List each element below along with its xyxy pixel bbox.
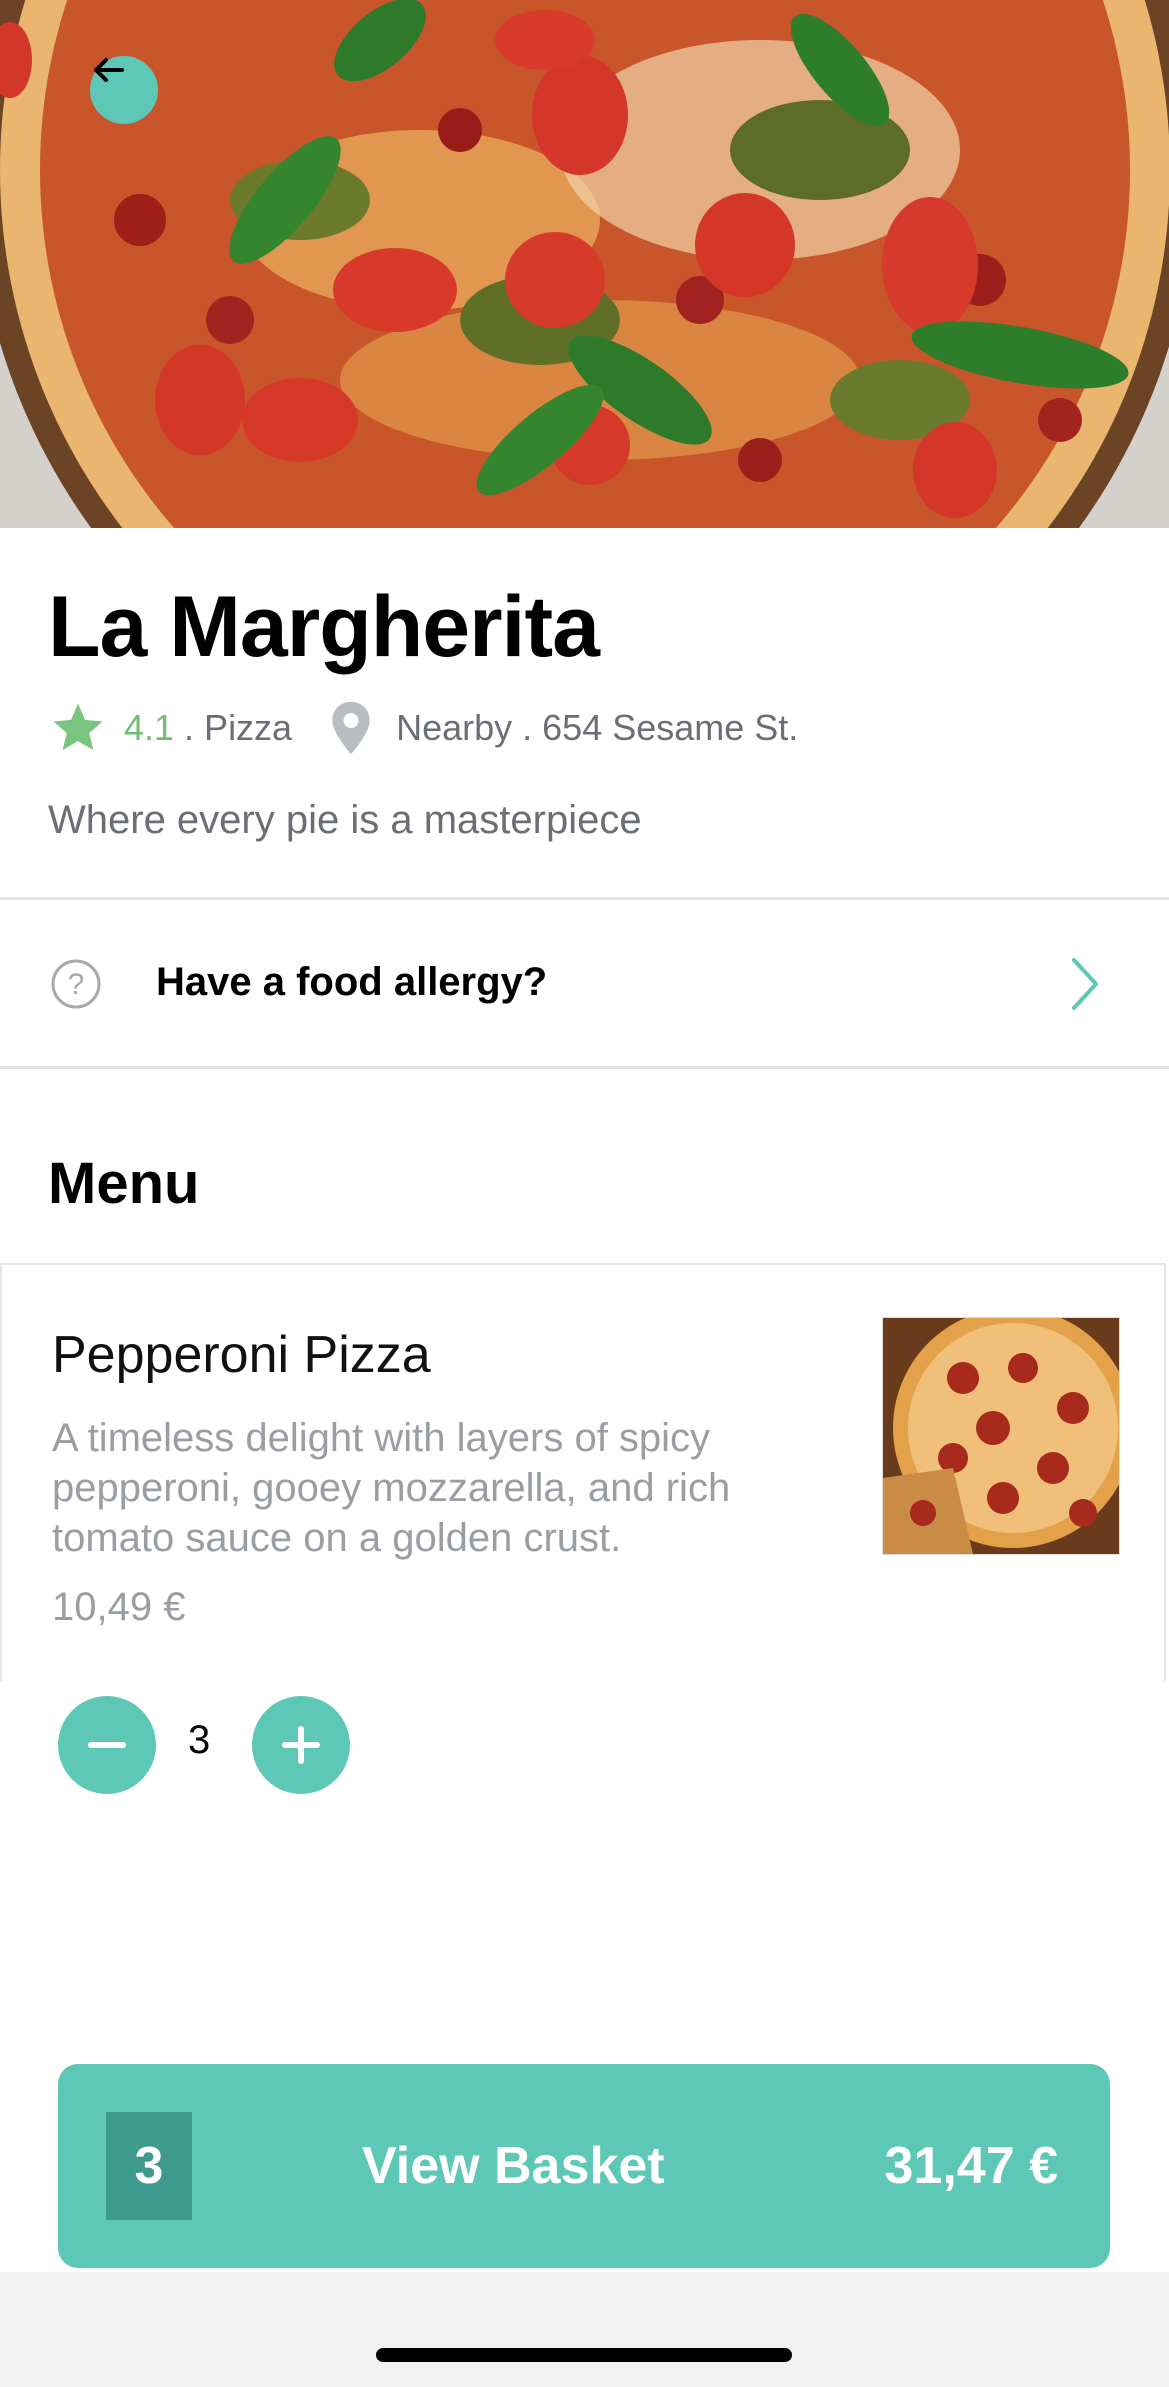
food-allergy-label: Have a food allergy? [156, 960, 548, 1004]
menu-item-price: 10,49 € [52, 1585, 186, 1629]
question-circle-icon: ? [51, 959, 101, 1009]
view-basket-label: View Basket [362, 2137, 665, 2195]
svg-text:?: ? [68, 968, 85, 1001]
back-arrow-icon [94, 58, 124, 82]
restaurant-meta: 4.1 . Pizza Nearby . 654 Sesame St. [48, 700, 798, 756]
basket-count-badge: 3 [106, 2112, 192, 2220]
home-indicator[interactable] [376, 2348, 792, 2362]
back-button[interactable] [90, 56, 158, 124]
menu-heading: Menu [48, 1151, 200, 1216]
menu-item-card[interactable]: Pepperoni Pizza A timeless delight with … [0, 1263, 1166, 1681]
location-pin-icon [332, 701, 370, 755]
minus-icon [88, 1742, 126, 1748]
star-icon [53, 703, 103, 751]
view-basket-button[interactable]: 3 View Basket 31,47 € [58, 2064, 1110, 2268]
quantity-value: 3 [188, 1718, 211, 1762]
restaurant-name: La Margherita [48, 579, 600, 675]
divider [0, 897, 1169, 900]
divider [0, 1066, 1169, 1069]
restaurant-tagline: Where every pie is a masterpiece [48, 798, 642, 842]
chevron-right-icon [1072, 958, 1098, 1010]
plus-icon [282, 1726, 320, 1764]
restaurant-rating: 4.1 [124, 707, 175, 748]
decrease-quantity-button[interactable] [58, 1696, 156, 1794]
restaurant-hero-image [0, 0, 1169, 528]
increase-quantity-button[interactable] [252, 1696, 350, 1794]
basket-total: 31,47 € [884, 2137, 1059, 2195]
pizza-illustration [0, 0, 1169, 528]
restaurant-category: . Pizza [184, 707, 293, 748]
restaurant-location: Nearby . 654 Sesame St. [396, 707, 799, 748]
home-indicator-area [0, 2272, 1169, 2387]
pepperoni-pizza-image [883, 1318, 1119, 1554]
menu-item-image [882, 1317, 1120, 1555]
food-allergy-row[interactable]: ? Have a food allergy? [0, 902, 1169, 1066]
menu-item-description: A timeless delight with layers of spicy … [52, 1416, 731, 1560]
menu-item-name: Pepperoni Pizza [52, 1326, 431, 1384]
